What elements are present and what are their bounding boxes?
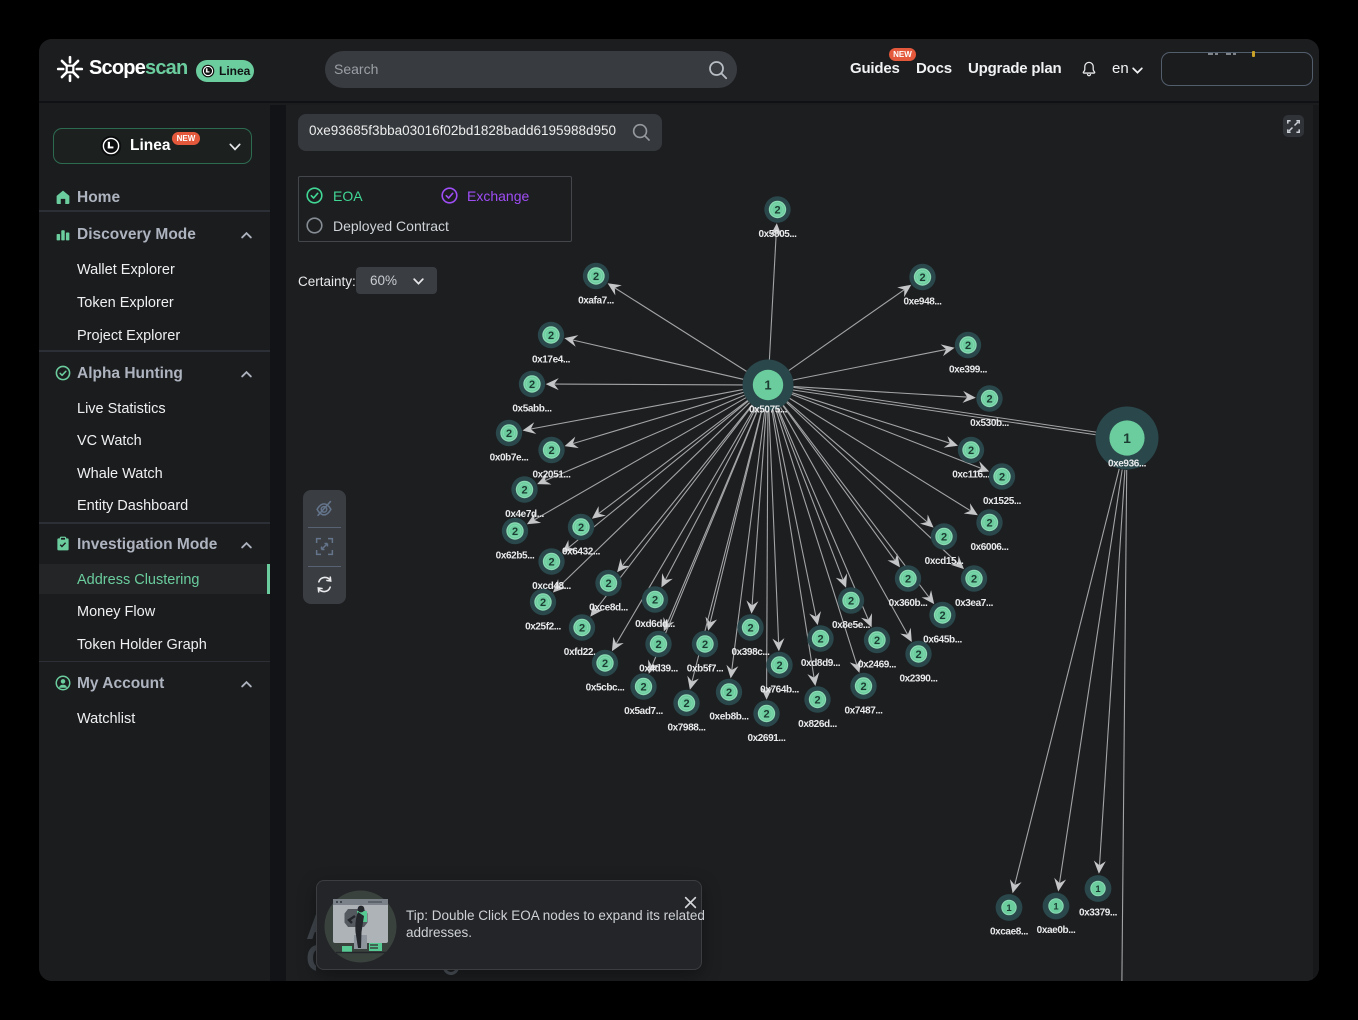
svg-text:2: 2: [548, 556, 554, 568]
svg-text:2: 2: [521, 484, 527, 496]
svg-text:2: 2: [968, 445, 974, 457]
svg-text:2: 2: [548, 445, 554, 457]
svg-text:0x2051...: 0x2051...: [532, 470, 571, 481]
svg-text:2: 2: [726, 687, 732, 699]
svg-text:1: 1: [1053, 901, 1059, 912]
svg-text:2: 2: [848, 595, 854, 607]
svg-text:2: 2: [971, 573, 977, 585]
svg-text:2: 2: [578, 522, 584, 534]
svg-text:2: 2: [905, 573, 911, 585]
svg-text:0x5075...: 0x5075...: [749, 405, 788, 416]
svg-text:0x6432...: 0x6432...: [562, 547, 601, 558]
svg-text:1: 1: [1006, 903, 1012, 914]
svg-text:2: 2: [702, 639, 708, 651]
svg-text:0x1525...: 0x1525...: [983, 496, 1022, 507]
svg-text:2: 2: [512, 526, 518, 538]
svg-text:0x5805...: 0x5805...: [758, 229, 797, 240]
svg-text:0x826d...: 0x826d...: [798, 719, 837, 730]
svg-text:0x2691...: 0x2691...: [747, 733, 786, 744]
svg-text:0x4d39...: 0x4d39...: [639, 664, 678, 675]
svg-text:0x530b...: 0x530b...: [970, 418, 1009, 429]
svg-text:2: 2: [640, 681, 646, 693]
svg-text:2: 2: [817, 633, 823, 645]
svg-text:2: 2: [540, 597, 546, 609]
svg-text:0x764b...: 0x764b...: [760, 685, 799, 696]
svg-text:0xe399...: 0xe399...: [949, 365, 988, 376]
svg-text:0x17e4...: 0x17e4...: [532, 355, 571, 366]
svg-text:2: 2: [506, 428, 512, 440]
svg-text:2: 2: [986, 393, 992, 405]
svg-text:2: 2: [605, 578, 611, 590]
svg-text:0xe948...: 0xe948...: [903, 297, 942, 308]
svg-text:0xc116...: 0xc116...: [952, 470, 990, 481]
svg-text:2: 2: [999, 471, 1005, 483]
svg-text:0xae0b...: 0xae0b...: [1037, 925, 1076, 936]
svg-text:0x4e7d...: 0x4e7d...: [505, 509, 544, 520]
svg-text:2: 2: [655, 639, 661, 651]
svg-text:0x25f2...: 0x25f2...: [525, 622, 561, 633]
svg-text:2: 2: [579, 622, 585, 634]
svg-text:2: 2: [652, 594, 658, 606]
svg-text:0x6006...: 0x6006...: [970, 542, 1009, 553]
svg-text:2: 2: [763, 708, 769, 720]
svg-text:2: 2: [941, 531, 947, 543]
svg-text:0xafa7...: 0xafa7...: [578, 296, 614, 307]
svg-text:0xeb8b...: 0xeb8b...: [709, 712, 749, 723]
svg-text:1: 1: [1123, 430, 1131, 446]
svg-text:0x8e5e...: 0x8e5e...: [832, 620, 871, 631]
svg-text:2: 2: [593, 271, 599, 283]
svg-text:0xb5f7...: 0xb5f7...: [687, 664, 724, 675]
svg-text:0xd6dd...: 0xd6dd...: [635, 619, 675, 630]
svg-text:0xd8d9...: 0xd8d9...: [801, 658, 841, 669]
svg-text:2: 2: [939, 610, 945, 622]
svg-text:2: 2: [915, 649, 921, 661]
svg-text:1: 1: [764, 378, 771, 393]
svg-text:2: 2: [814, 694, 820, 706]
svg-text:0x2390...: 0x2390...: [899, 674, 938, 685]
svg-text:2: 2: [919, 272, 925, 284]
svg-text:0x645b...: 0x645b...: [923, 635, 962, 646]
svg-text:0x7988...: 0x7988...: [667, 723, 706, 734]
svg-text:0xcae8...: 0xcae8...: [990, 927, 1029, 938]
svg-text:0x7487...: 0x7487...: [844, 706, 883, 717]
svg-text:0xcd15...: 0xcd15...: [925, 556, 964, 567]
svg-text:0x5ad7...: 0x5ad7...: [624, 706, 663, 717]
svg-text:0xce8d...: 0xce8d...: [589, 603, 628, 614]
svg-text:2: 2: [860, 681, 866, 693]
svg-text:0x0b7e...: 0x0b7e...: [490, 453, 529, 464]
svg-text:2: 2: [986, 517, 992, 529]
svg-text:2: 2: [602, 658, 608, 670]
svg-text:2: 2: [776, 660, 782, 672]
svg-text:2: 2: [747, 622, 753, 634]
svg-text:2: 2: [683, 698, 689, 710]
svg-text:2: 2: [965, 340, 971, 352]
svg-text:0x3379...: 0x3379...: [1079, 908, 1118, 919]
svg-text:0x5cbc...: 0x5cbc...: [586, 683, 625, 694]
svg-text:1: 1: [1095, 884, 1101, 895]
svg-text:0x62b5...: 0x62b5...: [496, 551, 535, 562]
svg-text:2: 2: [874, 635, 880, 647]
svg-text:0x5abb...: 0x5abb...: [512, 404, 552, 415]
svg-text:0xe936...: 0xe936...: [1108, 459, 1147, 470]
svg-text:2: 2: [529, 379, 535, 391]
svg-text:0x398c...: 0x398c...: [731, 647, 770, 658]
svg-text:0x3ea7...: 0x3ea7...: [955, 598, 994, 609]
svg-text:0x2469...: 0x2469...: [858, 660, 897, 671]
svg-text:2: 2: [548, 330, 554, 342]
svg-text:2: 2: [774, 204, 780, 216]
svg-text:0x360b...: 0x360b...: [889, 598, 928, 609]
